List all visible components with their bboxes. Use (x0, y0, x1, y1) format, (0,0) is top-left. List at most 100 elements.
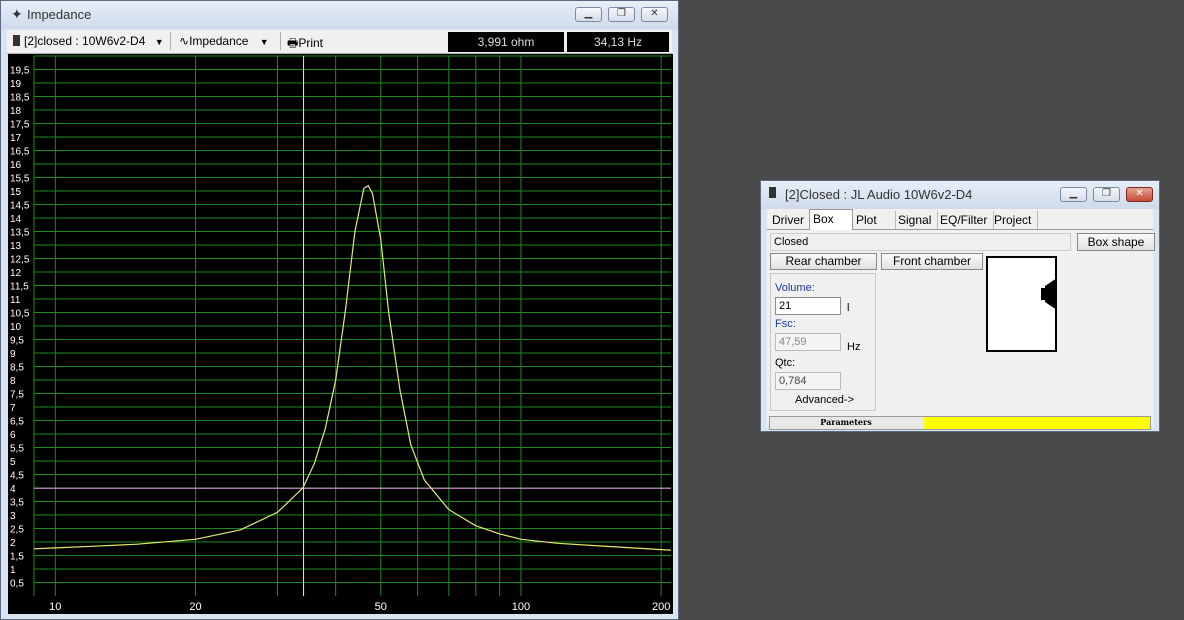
impedance-toolbar: [2]closed : 10W6v2-D4 ▼ ∿Impedance ▼ 🖶Pr… (7, 30, 672, 54)
y-tick-label: 10 (10, 322, 22, 333)
y-tick-label: 7,5 (10, 390, 24, 401)
y-tick-label: 15,5 (10, 174, 30, 185)
y-tick-label: 16,5 (10, 147, 30, 158)
volume-label: Volume: (775, 282, 815, 294)
mode-select[interactable]: ∿Impedance ▼ (179, 34, 269, 48)
x-tick-label: 100 (512, 601, 530, 613)
x-tick-label: 20 (189, 601, 201, 613)
y-tick-label: 11 (10, 295, 21, 306)
print-button[interactable]: 🖶Print (287, 34, 323, 55)
tab-signal[interactable]: Signal (895, 211, 938, 229)
qtc-label: Qtc: (775, 357, 796, 369)
y-tick-label: 9 (10, 349, 16, 360)
window-title: [2]Closed : JL Audio 10W6v2-D4 (785, 187, 973, 202)
y-tick-label: 12,5 (10, 255, 30, 266)
tab-box[interactable]: Box (809, 209, 853, 230)
toolbar-separator (170, 32, 171, 50)
fsc-field: 47,59 (775, 333, 841, 351)
impedance-curve (33, 184, 672, 551)
impedance-chart-svg: 0,5 11,5 2 2,5 3 3,5 4 4,5 5 5,5 6 6,5 7 7,5 8 8,5 9 9,5 1… (10, 55, 672, 613)
y-tick-label: 2 (10, 538, 16, 549)
y-tick-label: 4 (10, 484, 16, 495)
parameters-status-label: Parameters (820, 417, 872, 427)
status-bar: Parameters (769, 416, 1151, 430)
restore-button[interactable]: ❐ (1093, 187, 1120, 202)
y-tick-label: 6 (10, 430, 16, 441)
speaker-icon (13, 35, 20, 46)
restore-button[interactable]: ❐ (608, 7, 635, 22)
y-tick-label: 0,5 (10, 579, 24, 590)
front-chamber-button[interactable]: Front chamber (881, 253, 983, 270)
closed-box-titlebar[interactable]: [2]Closed : JL Audio 10W6v2-D4 ▁ ❐ ✕ (761, 181, 1159, 209)
y-tick-label: 5,5 (10, 444, 24, 455)
tab-eq-filter[interactable]: EQ/Filter (937, 211, 994, 229)
y-tick-label: 8,5 (10, 363, 24, 374)
hz-readout: 34,13 Hz (567, 32, 669, 52)
y-tick-label: 14 (10, 214, 22, 225)
y-tick-label: 16 (10, 160, 22, 171)
tab-strip: Driver Box Plot Signal EQ/Filter Project (767, 209, 1153, 230)
rear-chamber-button[interactable]: Rear chamber (770, 253, 877, 270)
x-tick-label: 10 (49, 601, 61, 613)
y-tick-label: 4,5 (10, 471, 24, 482)
y-tick-label: 9,5 (10, 336, 24, 347)
y-tick-label: 17,5 (10, 120, 30, 131)
box-panel: Driver Box Plot Signal EQ/Filter Project… (767, 209, 1155, 430)
y-tick-label: 3,5 (10, 498, 24, 509)
y-tick-label: 13,5 (10, 228, 30, 239)
y-tick-label: 3 (10, 511, 16, 522)
window-title: Impedance (27, 7, 92, 22)
y-tick-label: 8 (10, 376, 16, 387)
y-tick-label: 11,5 (10, 282, 29, 293)
close-button[interactable]: ✕ (641, 7, 668, 22)
qtc-field: 0,784 (775, 372, 841, 390)
minimize-button[interactable]: ▁ (575, 7, 602, 22)
y-tick-label: 12 (10, 268, 22, 279)
y-tick-label: 17 (10, 133, 22, 144)
y-tick-label: 7 (10, 403, 16, 414)
impedance-titlebar[interactable]: ✦ Impedance ▁ ❐ ✕ (1, 1, 678, 29)
box-type-field[interactable]: Closed (770, 233, 1071, 251)
y-tick-label: 5 (10, 457, 16, 468)
status-fill (924, 417, 1150, 429)
y-tick-label: 13 (10, 241, 22, 252)
y-tick-label: 18 (10, 106, 22, 117)
minimize-button[interactable]: ▁ (1060, 187, 1087, 202)
x-tick-label: 50 (375, 601, 387, 613)
y-tick-label: 6,5 (10, 417, 24, 428)
volume-unit: l (847, 302, 850, 314)
impedance-window: ✦ Impedance ▁ ❐ ✕ [2]closed : 10W6v2-D4 … (0, 0, 679, 620)
driver-icon (1039, 276, 1057, 312)
tab-plot[interactable]: Plot (853, 211, 896, 229)
y-tick-label: 18,5 (10, 93, 30, 104)
ohm-readout: 3,991 ohm (448, 32, 564, 52)
y-tick-label: 1 (10, 565, 16, 576)
y-tick-label: 2,5 (10, 525, 24, 536)
box-diagram (986, 256, 1057, 352)
tab-project[interactable]: Project (991, 211, 1038, 229)
y-tick-label: 10,5 (10, 309, 30, 320)
closed-box-window: [2]Closed : JL Audio 10W6v2-D4 ▁ ❐ ✕ Dri… (760, 180, 1160, 432)
speaker-icon (769, 187, 776, 198)
parameters-group: Volume: 21 l Fsc: 47,59 Hz Qtc: 0,784 Ad… (770, 273, 876, 411)
toolbar-separator (280, 32, 281, 50)
y-tick-label: 19,5 (10, 66, 30, 77)
y-tick-label: 15 (10, 187, 22, 198)
driver-select[interactable]: [2]closed : 10W6v2-D4 ▼ (13, 34, 164, 48)
volume-input[interactable]: 21 (775, 297, 841, 315)
y-tick-label: 19 (10, 79, 22, 90)
chevron-down-icon: ▼ (154, 37, 164, 47)
y-tick-label: 14,5 (10, 201, 30, 212)
printer-icon: 🖶 (287, 36, 299, 50)
impedance-chart[interactable]: 0,5 1 1,5 2 2,5 3 3,5 4 4,5 5 5,5 6 6,5 7 7,5 8 8,5 9 9,5 1… (8, 54, 673, 614)
close-button[interactable]: ✕ (1126, 187, 1153, 202)
tab-driver[interactable]: Driver (769, 211, 812, 229)
advanced-button[interactable]: Advanced-> (795, 394, 854, 406)
fsc-unit: Hz (847, 341, 861, 353)
chevron-down-icon: ▼ (259, 37, 269, 47)
x-tick-label: 200 (652, 601, 670, 613)
app-icon: ✦ (11, 6, 23, 22)
fsc-label: Fsc: (775, 318, 796, 330)
box-shape-button[interactable]: Box shape (1077, 233, 1155, 251)
impedance-curve-icon: ∿ (179, 34, 190, 48)
